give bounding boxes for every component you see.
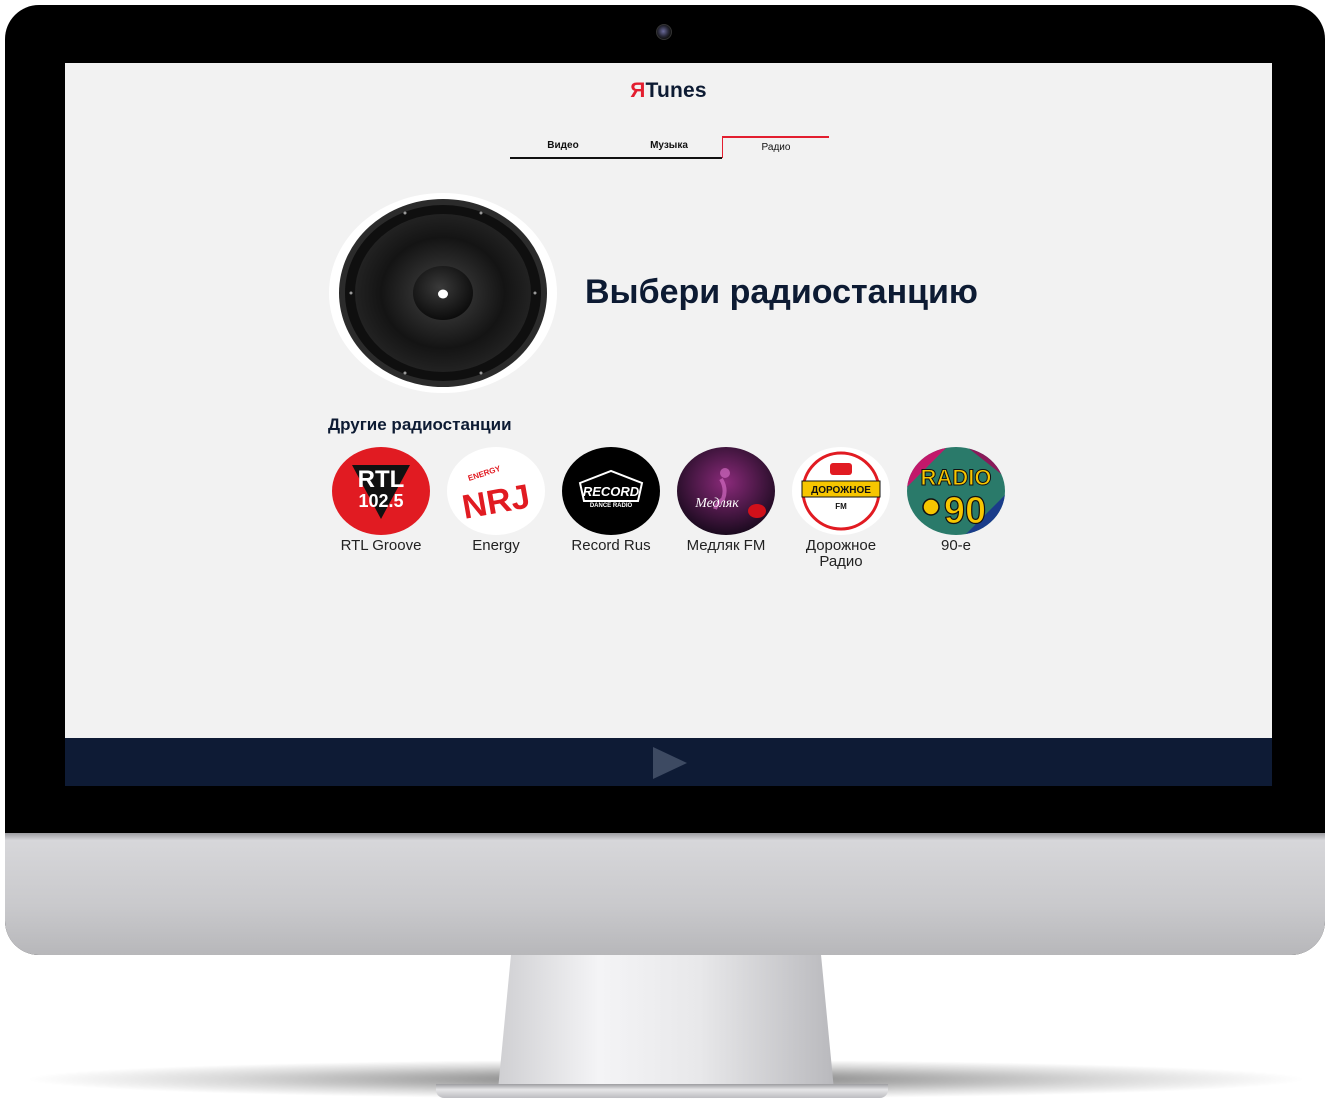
media-tabs: Видео Музыка Радио bbox=[510, 135, 829, 159]
monitor-chin bbox=[5, 833, 1325, 955]
dorozhnoe-logo-sub: FM bbox=[835, 502, 847, 511]
monitor-stand-base bbox=[436, 1084, 888, 1098]
station-name: Дорожное Радио bbox=[805, 537, 877, 570]
player-bar bbox=[65, 738, 1272, 786]
tab-music[interactable]: Музыка bbox=[616, 135, 722, 159]
record-logo: RECORD DANCE RADIO bbox=[562, 447, 660, 535]
record-logo-text: RECORD bbox=[583, 484, 640, 499]
other-stations-title: Другие радиостанции bbox=[328, 415, 512, 434]
station-90s[interactable]: RADIO 90 90-е bbox=[900, 447, 1012, 554]
app-screen: ЯTunes Видео Музыка Радио Выбери радиост… bbox=[65, 63, 1272, 786]
dorozhnoe-logo-text: ДОРОЖНОЕ bbox=[811, 485, 871, 496]
medlyak-logo-text: Медляк bbox=[694, 496, 739, 511]
station-dorozhnoe-radio[interactable]: ДОРОЖНОЕ FM Дорожное Радио bbox=[785, 447, 897, 570]
station-name: Energy bbox=[472, 537, 520, 554]
station-rtl-groove[interactable]: RTL 102.5 RTL Groove bbox=[325, 447, 437, 554]
station-name: Record Rus bbox=[571, 537, 651, 554]
monitor-bezel: ЯTunes Видео Музыка Радио Выбери радиост… bbox=[5, 5, 1325, 955]
radio-90-logo-sub: 90 bbox=[944, 490, 986, 532]
logo-name: Tunes bbox=[645, 79, 707, 102]
dorozhnoe-logo: ДОРОЖНОЕ FM bbox=[792, 447, 890, 535]
logo-mark: Я bbox=[630, 79, 646, 102]
speaker-image bbox=[329, 193, 557, 393]
hero-title: Выбери радиостанцию bbox=[585, 273, 978, 311]
monitor-stand bbox=[498, 950, 834, 1090]
rtl-logo-text: RTL bbox=[358, 466, 405, 493]
rtl-logo: RTL 102.5 bbox=[332, 447, 430, 535]
record-logo-sub: DANCE RADIO bbox=[590, 503, 633, 509]
app-logo[interactable]: ЯTunes bbox=[65, 79, 1272, 103]
station-name: RTL Groove bbox=[340, 537, 422, 554]
camera-icon bbox=[656, 24, 672, 40]
station-name: Медляк FM bbox=[686, 537, 766, 554]
rtl-logo-sub: 102.5 bbox=[358, 491, 403, 511]
station-medlyak-fm[interactable]: Медляк Медляк FM bbox=[670, 447, 782, 554]
radio-90-logo-text: RADIO bbox=[921, 465, 992, 490]
medlyak-logo: Медляк bbox=[677, 447, 775, 535]
station-name: 90-е bbox=[940, 537, 972, 554]
energy-logo: ENERGY NRJ bbox=[447, 447, 545, 535]
play-icon[interactable] bbox=[651, 747, 687, 779]
radio-90-logo: RADIO 90 bbox=[907, 447, 1005, 535]
tab-video[interactable]: Видео bbox=[510, 135, 616, 159]
station-energy[interactable]: ENERGY NRJ Energy bbox=[440, 447, 552, 554]
tab-radio[interactable]: Радио bbox=[722, 136, 829, 158]
station-record-rus[interactable]: RECORD DANCE RADIO Record Rus bbox=[555, 447, 667, 554]
